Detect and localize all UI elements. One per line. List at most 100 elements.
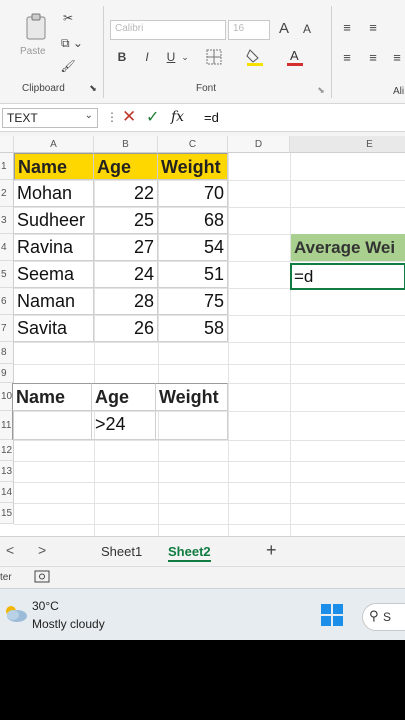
decrease-font-button[interactable]: A (300, 20, 314, 38)
font-group-label: Font (196, 83, 217, 94)
table-cell-name[interactable]: Mohan (14, 180, 94, 207)
table-cell-weight[interactable]: 51 (158, 261, 228, 288)
criteria-value-name[interactable] (12, 411, 92, 440)
row-header-2[interactable]: 2 (0, 180, 14, 207)
column-header-c[interactable]: C (158, 136, 228, 153)
row-header-1[interactable]: 1 (0, 153, 14, 180)
table-cell-weight[interactable]: 68 (158, 207, 228, 234)
paste-button[interactable] (22, 12, 52, 42)
copy-icon[interactable]: ⧉ ⌄ (58, 34, 86, 52)
gridline (14, 440, 405, 441)
table-cell-name[interactable]: Sudheer (14, 207, 94, 234)
gridline (14, 461, 405, 462)
row-header-8[interactable]: 8 (0, 342, 14, 364)
borders-icon[interactable] (204, 48, 224, 66)
align-top-icon[interactable]: ≡ (338, 20, 356, 35)
clipboard-launcher-icon[interactable]: ⬊ (88, 83, 98, 93)
insert-function-button[interactable]: fx (171, 109, 184, 125)
more-icon[interactable]: ⋮ (106, 110, 118, 124)
table-header-name[interactable]: Name (14, 153, 94, 180)
table-cell-name[interactable]: Naman (14, 288, 94, 315)
sheet-tab-sheet1[interactable]: Sheet1 (101, 544, 142, 559)
increase-font-button[interactable]: A (276, 18, 292, 38)
formula-input[interactable]: =d (204, 110, 219, 125)
table-cell-age[interactable]: 25 (94, 207, 158, 234)
table-cell-age[interactable]: 26 (94, 315, 158, 342)
weather-temperature[interactable]: 30°C (32, 599, 59, 613)
font-color-icon[interactable]: A (284, 46, 306, 68)
criteria-header-weight[interactable]: Weight (156, 383, 228, 411)
criteria-value-weight[interactable] (156, 411, 228, 440)
format-painter-icon[interactable]: 🖌 (60, 58, 76, 74)
active-cell-e5[interactable]: =d (290, 263, 405, 290)
bold-button[interactable]: B (114, 48, 130, 66)
next-sheet-button[interactable]: > (38, 542, 46, 558)
font-name-combo[interactable]: Calibri (110, 20, 226, 40)
criteria-header-age[interactable]: Age (92, 383, 156, 411)
table-cell-age[interactable]: 28 (94, 288, 158, 315)
table-cell-weight[interactable]: 75 (158, 288, 228, 315)
table-cell-weight[interactable]: 70 (158, 180, 228, 207)
criteria-value-age[interactable]: >24 (92, 411, 156, 440)
gridline (228, 153, 229, 536)
row-header-13[interactable]: 13 (0, 461, 14, 482)
column-header-d[interactable]: D (228, 136, 290, 153)
row-header-5[interactable]: 5 (0, 261, 14, 288)
taskbar-search[interactable]: ⚲ S (362, 603, 405, 631)
table-cell-age[interactable]: 22 (94, 180, 158, 207)
svg-text:A: A (290, 48, 299, 63)
clipboard-group-label: Clipboard (22, 83, 65, 94)
row-header-4[interactable]: 4 (0, 234, 14, 261)
windows-start-icon[interactable] (320, 603, 344, 632)
prev-sheet-button[interactable]: < (6, 542, 14, 558)
cut-icon[interactable]: ✂ (60, 10, 76, 26)
align-middle-icon[interactable]: ≡ (364, 20, 382, 35)
select-all-corner[interactable] (0, 136, 14, 153)
table-header-weight[interactable]: Weight (158, 153, 228, 180)
row-header-12[interactable]: 12 (0, 440, 14, 461)
name-box[interactable]: TEXT ⌄ (2, 108, 98, 128)
italic-button[interactable]: I (140, 48, 154, 66)
accessibility-icon[interactable] (34, 570, 50, 587)
align-right-icon[interactable]: ≡ (388, 50, 405, 65)
gridline (14, 482, 405, 483)
align-left-icon[interactable]: ≡ (338, 50, 356, 65)
column-header-a[interactable]: A (14, 136, 94, 153)
search-icon: ⚲ (369, 608, 379, 623)
formula-bar: TEXT ⌄ ⋮ ✕ ✓ fx =d (0, 104, 405, 132)
alignment-group-label: Ali (393, 86, 405, 97)
row-header-9[interactable]: 9 (0, 364, 14, 383)
column-header-b[interactable]: B (94, 136, 158, 153)
table-cell-weight[interactable]: 54 (158, 234, 228, 261)
font-size-combo[interactable]: 16 (228, 20, 270, 40)
table-cell-weight[interactable]: 58 (158, 315, 228, 342)
column-header-e[interactable]: E (290, 136, 405, 153)
table-cell-name[interactable]: Seema (14, 261, 94, 288)
table-header-age[interactable]: Age (94, 153, 158, 180)
table-cell-name[interactable]: Ravina (14, 234, 94, 261)
table-cell-age[interactable]: 27 (94, 234, 158, 261)
cloud-weather-icon[interactable] (2, 603, 28, 628)
row-header-6[interactable]: 6 (0, 288, 14, 315)
underline-button[interactable]: U (163, 48, 179, 66)
table-cell-name[interactable]: Savita (14, 315, 94, 342)
average-weight-label[interactable]: Average Wei (291, 234, 405, 261)
confirm-entry-button[interactable]: ✓ (146, 107, 159, 127)
chevron-down-icon[interactable]: ⌄ (85, 110, 93, 121)
row-header-15[interactable]: 15 (0, 503, 14, 524)
align-center-icon[interactable]: ≡ (364, 50, 382, 65)
cancel-entry-button[interactable]: ✕ (122, 107, 136, 127)
font-launcher-icon[interactable]: ⬊ (316, 85, 326, 95)
table-cell-age[interactable]: 24 (94, 261, 158, 288)
criteria-header-name[interactable]: Name (12, 383, 92, 411)
row-header-3[interactable]: 3 (0, 207, 14, 234)
row-header-7[interactable]: 7 (0, 315, 14, 342)
add-sheet-button[interactable]: + (266, 540, 277, 561)
weather-description[interactable]: Mostly cloudy (32, 617, 105, 631)
underline-dropdown-icon[interactable]: ⌄ (180, 48, 190, 66)
fill-color-icon[interactable] (244, 46, 266, 68)
gridline (14, 524, 405, 525)
row-header-14[interactable]: 14 (0, 482, 14, 503)
worksheet-grid[interactable]: A B C D E 1 2 3 4 5 6 7 8 9 10 11 12 13 … (0, 136, 405, 536)
sheet-tab-sheet2[interactable]: Sheet2 (168, 544, 211, 562)
